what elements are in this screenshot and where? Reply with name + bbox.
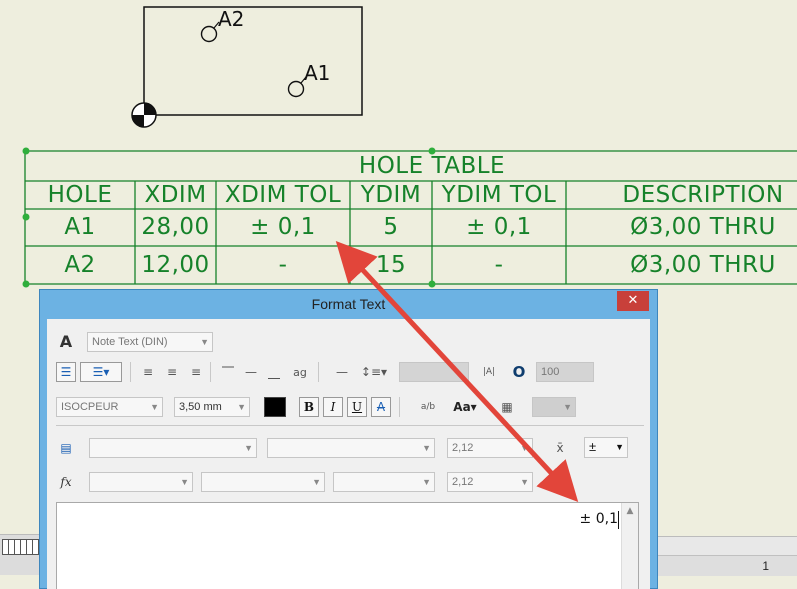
table-cell[interactable]: 5 (350, 216, 432, 239)
chevron-down-icon: ▼ (237, 402, 246, 412)
table-cell[interactable]: - (216, 254, 350, 277)
insert-function-icon[interactable]: ▤ (550, 472, 570, 492)
component-select[interactable]: ▼ (89, 438, 257, 458)
close-button[interactable]: ✕ (617, 291, 649, 311)
editor-text: ± 0,1 (579, 511, 618, 527)
underline-button[interactable]: U (347, 397, 367, 417)
col-header-description: DESCRIPTION (622, 182, 784, 208)
table-cell[interactable]: A2 (25, 254, 135, 277)
table-cell[interactable]: 15 (350, 254, 432, 277)
font-size-select[interactable]: 3,50 mm ▼ (174, 397, 250, 417)
bullet-list-icon[interactable]: ☰ (56, 362, 76, 382)
col-header-xdim-tol: XDIM TOL (224, 182, 342, 208)
stretch-value-text: 100 (541, 366, 560, 378)
chevron-down-icon: ▼ (150, 402, 159, 412)
hole-a2-circle (200, 25, 218, 43)
function-select-2[interactable]: ▼ (201, 472, 325, 492)
table-cell[interactable]: Ø3,00 THRU (566, 254, 797, 277)
width-scale-icon[interactable]: |A| (479, 362, 499, 382)
bold-button[interactable]: B (299, 397, 319, 417)
chevron-down-icon: ▼ (422, 477, 431, 487)
table-cell[interactable]: 28,00 (135, 216, 216, 239)
precision-select-2[interactable]: 2,12 ▼ (447, 472, 533, 492)
chevron-down-icon: ▼ (200, 337, 209, 347)
italic-button[interactable]: I (323, 397, 343, 417)
dialog-body: A Note Text (DIN) ▼ ☰ ☰▾ ≡ ≡ ≡ ⎺ — ⎽ ag … (47, 319, 650, 589)
page-number: 1 (762, 559, 769, 573)
text-style-icon: A (59, 331, 73, 351)
oblique-icon[interactable]: O (509, 362, 529, 382)
layout-icon[interactable] (2, 539, 40, 555)
chevron-up-icon[interactable]: ▲ (622, 506, 638, 516)
table-cell[interactable]: 12,00 (135, 254, 216, 277)
align-bottom-icon[interactable]: ⎽ (264, 362, 284, 382)
origin-indicator-icon (131, 102, 157, 128)
col-header-xdim: XDIM (144, 182, 207, 208)
chevron-down-icon: ▼ (422, 443, 431, 453)
col-header-ydim: YDIM (360, 182, 422, 208)
font-size-value: 3,50 mm (179, 401, 222, 413)
source-select[interactable]: ▼ (267, 438, 435, 458)
chevron-down-icon: ▼ (180, 477, 189, 487)
precision-value-1: 2,12 (452, 442, 474, 454)
symbol-value: ± (589, 439, 597, 454)
strikethrough-button[interactable]: A (371, 397, 391, 417)
font-value: ISOCPEUR (61, 401, 119, 413)
stack-icon[interactable]: a/b (418, 397, 438, 417)
chevron-down-icon: ▼ (563, 402, 572, 412)
align-right-icon[interactable]: ≡ (186, 362, 206, 382)
function-icon: fx (60, 475, 72, 489)
line-spacing-icon[interactable]: ↕≡▾ (360, 362, 388, 382)
stretch-value[interactable]: 100 (536, 362, 594, 382)
chevron-down-icon: ▼ (520, 443, 529, 453)
text-cursor (618, 511, 619, 529)
status-bar-lower (657, 555, 797, 576)
highlight-color-select[interactable]: ▼ (532, 397, 576, 417)
precision-select-1[interactable]: 2,12 ▼ (447, 438, 533, 458)
table-cell[interactable]: ± 0,1 (216, 216, 350, 239)
hole-table-title: HOLE TABLE (358, 153, 506, 179)
text-editor[interactable]: ± 0,1 ▲ (56, 502, 639, 589)
text-style-select[interactable]: Note Text (DIN) ▼ (87, 332, 213, 352)
align-center-icon[interactable]: ≡ (162, 362, 182, 382)
function-select-3[interactable]: ▼ (333, 472, 435, 492)
table-cell[interactable]: Ø3,00 THRU (566, 216, 797, 239)
col-header-ydim-tol: YDIM TOL (441, 182, 557, 208)
chevron-down-icon: ▼ (520, 477, 529, 487)
precision-value-2: 2,12 (452, 476, 474, 488)
chevron-down-icon: ▼ (615, 442, 624, 452)
line-spacing-value[interactable] (399, 362, 469, 382)
dialog-title: Format Text (311, 296, 386, 312)
parameter-icon: ▤ (60, 441, 72, 455)
hole-label-a2: A2 (218, 7, 245, 31)
bookmark-icon[interactable]: ▦ (497, 397, 517, 417)
table-cell[interactable]: ± 0,1 (432, 216, 566, 239)
function-select-1[interactable]: ▼ (89, 472, 193, 492)
table-cell[interactable]: A1 (25, 216, 135, 239)
text-style-value: Note Text (DIN) (92, 336, 168, 348)
align-middle-icon[interactable]: — (241, 362, 261, 382)
line-icon[interactable]: — (332, 362, 352, 382)
table-cell[interactable]: - (432, 254, 566, 277)
chevron-down-icon: ▼ (312, 477, 321, 487)
status-bar: 1 (657, 536, 797, 576)
hole-label-a1: A1 (304, 61, 331, 85)
hole-a1-circle (287, 80, 305, 98)
insert-parameter-icon[interactable]: x̄ (550, 438, 570, 458)
chevron-down-icon: ▼ (244, 443, 253, 453)
text-color-swatch[interactable] (264, 397, 286, 417)
editor-scrollbar[interactable]: ▲ (621, 503, 638, 589)
numbered-list-icon[interactable]: ☰▾ (80, 362, 122, 382)
col-header-hole: HOLE (47, 182, 113, 208)
symbol-select[interactable]: ± ▼ (584, 437, 628, 458)
align-top-icon[interactable]: ⎺ (218, 362, 238, 382)
text-case-icon[interactable]: ag (290, 362, 310, 382)
align-left-icon[interactable]: ≡ (138, 362, 158, 382)
font-case-icon[interactable]: Aa▾ (452, 397, 478, 417)
format-text-dialog: Format Text ✕ A Note Text (DIN) ▼ ☰ ☰▾ ≡… (39, 289, 658, 589)
font-select[interactable]: ISOCPEUR ▼ (56, 397, 163, 417)
